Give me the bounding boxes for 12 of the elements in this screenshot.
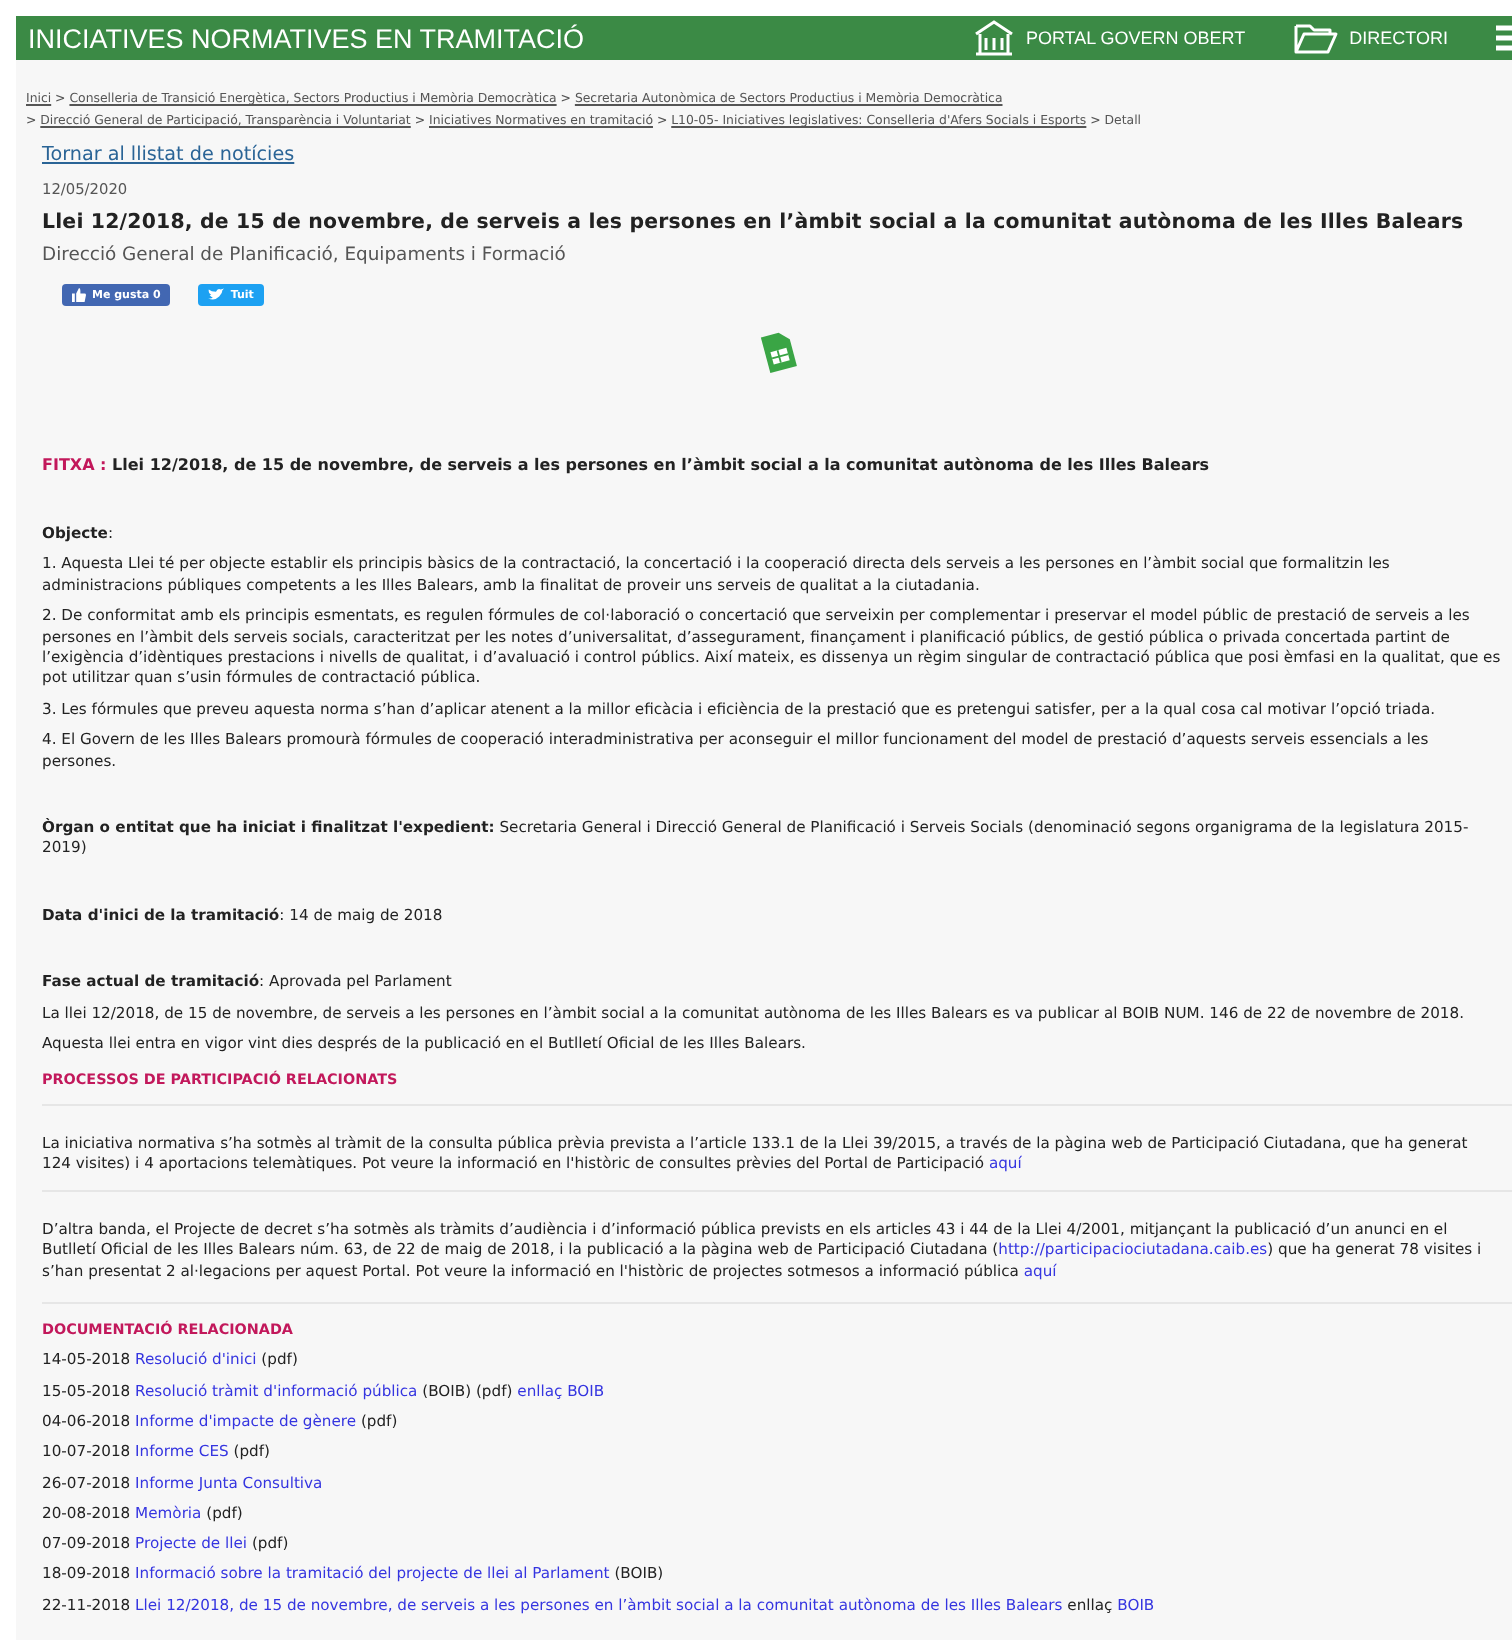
page-title: INICIATIVES NORMATIVES EN TRAMITACIÓ bbox=[28, 23, 585, 53]
fitxa-title: FITXA : Llei 12/2018, de 15 de novembre, de serveis a les persones en l’àmbit social a la comunitat autònoma de les Illes Balears bbox=[42, 454, 1212, 478]
article-title: Llei 12/2018, de 15 de novembre, de serveis a les persones en l’àmbit social a la comunitat autònoma de les Illes Balears bbox=[42, 212, 1466, 234]
header-link[interactable]: PORTAL GOVERN OBERT bbox=[973, 20, 1246, 56]
back-link[interactable]: Tornar al llistat de notícies bbox=[42, 144, 295, 166]
folder-icon bbox=[1293, 22, 1338, 54]
document-icon bbox=[755, 330, 799, 374]
building-icon bbox=[973, 20, 1014, 56]
department-name: Direcció General de Planificació, Equipaments i Formació bbox=[42, 244, 568, 266]
thumbs-up-icon bbox=[72, 288, 86, 302]
bird-icon bbox=[208, 288, 225, 302]
header-link[interactable]: DIRECTORI bbox=[1293, 22, 1448, 54]
